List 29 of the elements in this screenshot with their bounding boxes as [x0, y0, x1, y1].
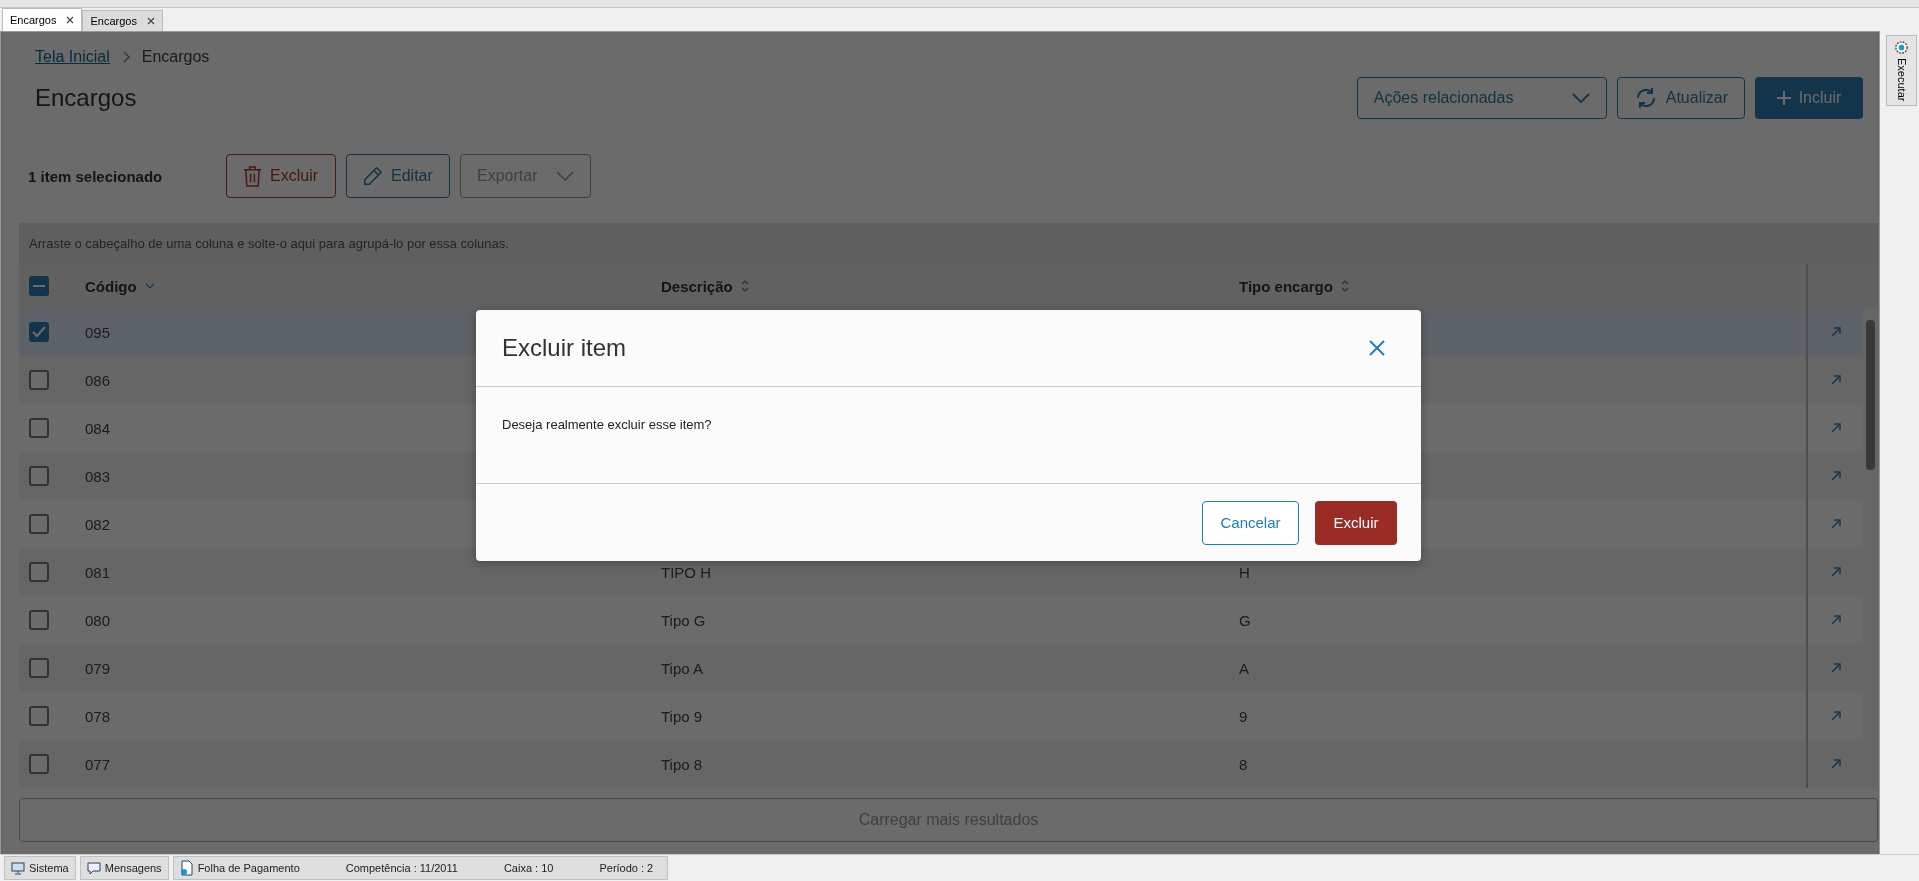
table-cell: 086	[85, 371, 111, 389]
table-cell: Tipo A	[661, 659, 703, 677]
table-cell: 080	[85, 611, 111, 629]
table-cell: TIPO H	[661, 563, 711, 581]
table-cell: 078	[85, 707, 111, 725]
table-cell: G	[1239, 611, 1251, 629]
status-field: Caixa : 10	[503, 862, 554, 874]
table-cell: 083	[85, 467, 111, 485]
table-cell: 8	[1239, 755, 1248, 773]
status-field: Período : 2	[599, 862, 654, 874]
dialog-message: Deseja realmente excluir esse item?	[502, 417, 712, 432]
table-cell: Tipo 8	[661, 755, 703, 773]
table-cell: A	[1239, 659, 1249, 677]
page-title: Encargos	[35, 84, 137, 112]
table-cell: Tipo 9	[661, 707, 703, 725]
table-cell: 082	[85, 515, 111, 533]
group-hint: Arraste o cabeçalho de uma coluna e solte-o aqui para agrupá-lo por essa colunas.	[29, 236, 509, 251]
status-field: Competência : 11/2011	[345, 862, 458, 874]
table-cell: Tipo G	[661, 611, 706, 629]
table-cell: 077	[85, 755, 111, 773]
table-cell: 095	[85, 323, 111, 341]
table-cell: 081	[85, 563, 111, 581]
table-cell: 079	[85, 659, 111, 677]
table-cell: 9	[1239, 707, 1248, 725]
table-cell: H	[1239, 563, 1250, 581]
breadcrumb-current: Encargos	[141, 48, 210, 66]
table-cell: 084	[85, 419, 111, 437]
dialog-title: Excluir item	[502, 334, 627, 362]
selection-count: 1 item selecionado	[28, 167, 164, 185]
